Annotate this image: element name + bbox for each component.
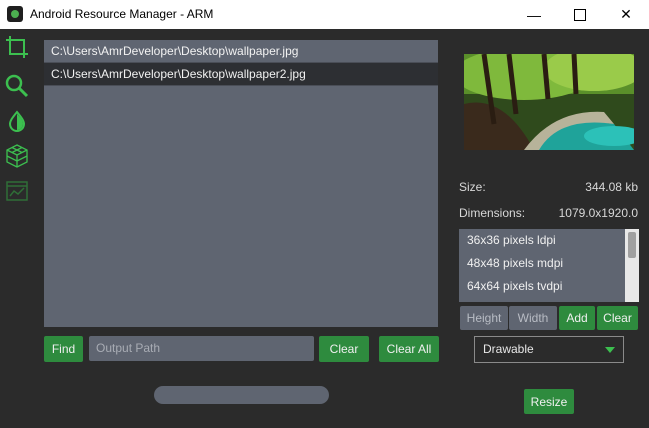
search-icon[interactable] — [4, 73, 30, 99]
crop-icon[interactable] — [4, 34, 30, 60]
drop-icon[interactable] — [4, 108, 30, 134]
maximize-icon — [574, 8, 586, 21]
clear-all-button[interactable]: Clear All — [379, 336, 439, 362]
resize-button[interactable]: Resize — [524, 389, 574, 414]
resource-type-value: Drawable — [483, 342, 534, 356]
close-button[interactable]: ✕ — [603, 0, 649, 29]
progress-bar — [154, 386, 329, 404]
window-title: Android Resource Manager - ARM — [30, 7, 214, 21]
list-item[interactable]: 48x48 pixels mdpi — [459, 252, 639, 275]
chart-icon[interactable] — [4, 178, 30, 204]
scrollbar-thumb[interactable] — [628, 232, 636, 258]
image-preview — [464, 54, 634, 150]
app-logo-icon — [7, 6, 23, 22]
cube-icon[interactable] — [4, 143, 30, 169]
output-path-input[interactable]: Output Path — [89, 336, 314, 361]
minimize-button[interactable]: — — [511, 0, 557, 29]
size-value: 344.08 kb — [585, 180, 638, 194]
clear-sizes-button[interactable]: Clear — [597, 306, 638, 330]
list-item[interactable]: C:\Users\AmrDeveloper\Desktop\wallpaper2… — [44, 63, 438, 86]
chevron-down-icon — [605, 347, 615, 353]
list-item[interactable]: 64x64 pixels tvdpi — [459, 275, 639, 298]
clear-button[interactable]: Clear — [319, 336, 369, 362]
title-bar: Android Resource Manager - ARM — ✕ — [0, 0, 649, 29]
dimensions-label: Dimensions: — [459, 206, 526, 220]
list-item[interactable]: C:\Users\AmrDeveloper\Desktop\wallpaper.… — [44, 40, 438, 63]
width-input[interactable]: Width — [509, 306, 557, 330]
size-list[interactable]: 36x36 pixels ldpi 48x48 pixels mdpi 64x6… — [459, 229, 639, 302]
size-label: Size: — [459, 180, 486, 194]
list-item[interactable]: 36x36 pixels ldpi — [459, 229, 639, 252]
add-size-button[interactable]: Add — [559, 306, 595, 330]
scrollbar[interactable] — [625, 229, 639, 302]
dimensions-value: 1079.0x1920.0 — [558, 206, 638, 220]
height-input[interactable]: Height — [460, 306, 508, 330]
file-list[interactable]: C:\Users\AmrDeveloper\Desktop\wallpaper.… — [44, 40, 438, 327]
maximize-button[interactable] — [557, 0, 603, 29]
resource-type-select[interactable]: Drawable — [474, 336, 624, 363]
find-button[interactable]: Find — [44, 336, 83, 362]
